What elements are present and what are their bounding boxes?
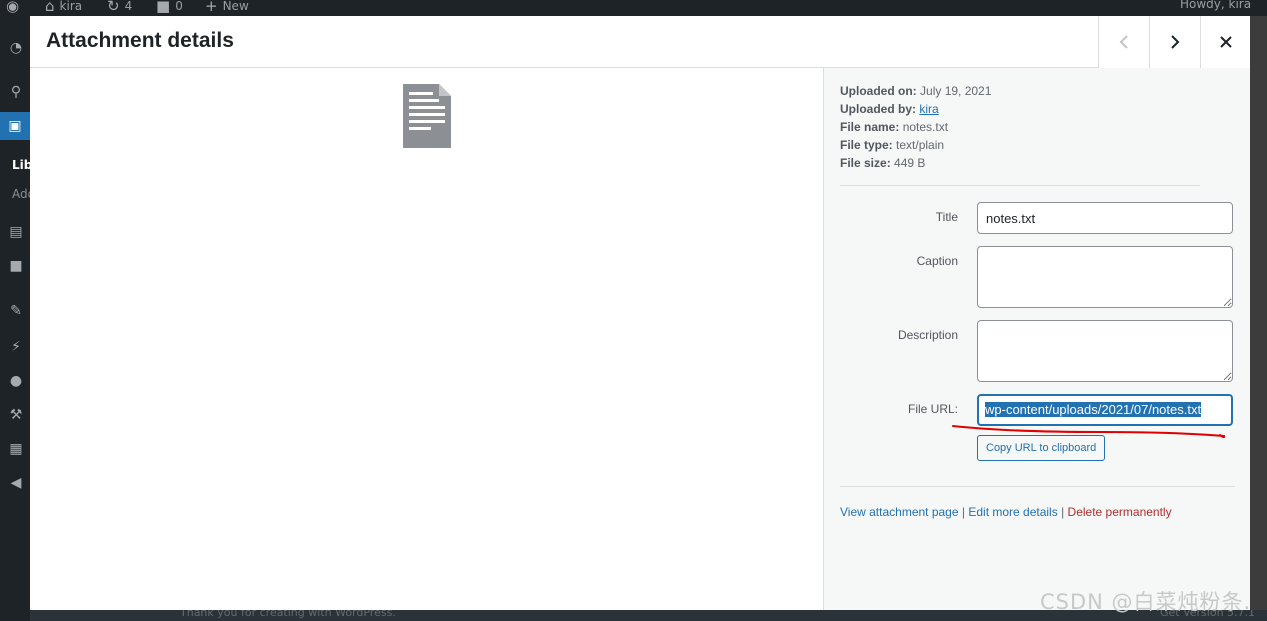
wordpress-logo-icon[interactable]: ◉ (6, 0, 19, 15)
file-type-value: text/plain (896, 138, 945, 152)
comment-icon: ■ (156, 0, 171, 15)
uploaded-by-link[interactable]: kira (919, 102, 938, 116)
collapse-menu-icon[interactable]: ◀ (8, 475, 24, 491)
file-size-value: 449 B (894, 156, 926, 170)
background-content-edge (1250, 16, 1267, 621)
action-separator: | (961, 505, 965, 519)
home-icon: ⌂ (45, 0, 55, 15)
file-url-label: File URL: (907, 402, 958, 416)
admin-bar-updates[interactable]: ↻ 4 (107, 0, 132, 15)
uploaded-by-row: Uploaded by: kira (840, 100, 1200, 118)
previous-button[interactable] (1098, 16, 1149, 68)
caption-label: Caption (916, 254, 958, 268)
uploaded-on-row: Uploaded on: July 19, 2021 (840, 82, 1200, 100)
view-attachment-link[interactable]: View attachment page (840, 505, 959, 519)
file-details: Uploaded on: July 19, 2021 Uploaded by: … (840, 82, 1200, 172)
attachment-details-modal: Attachment details Uploaded on: July 19,… (30, 16, 1250, 610)
comments-icon[interactable]: ■ (8, 258, 24, 274)
dashboard-icon[interactable]: ◔ (8, 40, 24, 56)
admin-bar-account[interactable]: Howdy, kira (1180, 0, 1251, 11)
settings-icon[interactable]: ▦ (8, 441, 24, 457)
close-icon (1219, 36, 1232, 48)
updates-count: 4 (124, 0, 133, 13)
title-label: Title (935, 210, 958, 224)
watermark: CSDN @白菜炖粉条. (1040, 590, 1252, 614)
admin-bar-site[interactable]: ⌂ kira (45, 0, 82, 15)
file-url-selected-text: wp-content/uploads/2021/07/notes.txt (985, 402, 1202, 417)
attachment-info-sidebar: Uploaded on: July 19, 2021 Uploaded by: … (823, 68, 1250, 610)
admin-bar: ◉ ⌂ kira ↻ 4 ■ 0 + New Howdy, kira (0, 0, 1267, 16)
edit-details-link[interactable]: Edit more details (968, 505, 1057, 519)
appearance-icon[interactable]: ✎ (8, 303, 24, 319)
modal-header: Attachment details (30, 16, 1250, 68)
media-icon[interactable]: ▣ (0, 112, 30, 140)
howdy-text: Howdy, kira (1180, 0, 1252, 11)
uploaded-on-label: Uploaded on: (840, 84, 917, 98)
file-type-label: File type: (840, 138, 893, 152)
chevron-left-icon (1119, 35, 1128, 49)
file-name-row: File name: notes.txt (840, 118, 1200, 136)
next-button[interactable] (1149, 16, 1200, 68)
users-icon[interactable]: ● (8, 373, 24, 389)
delete-permanently-link[interactable]: Delete permanently (1068, 505, 1172, 519)
tools-icon[interactable]: ⚒ (8, 407, 24, 423)
page-title: Attachment details (46, 29, 234, 52)
divider (840, 185, 1200, 186)
title-input[interactable] (977, 202, 1233, 234)
footer-thanks: Thank you for creating with WordPress. (180, 610, 396, 619)
admin-menu: ◔ ⚲ ▣ Lib Add ▤ ■ ✎ ⚡ ● ⚒ ▦ ◀ (0, 16, 35, 621)
description-label: Description (897, 328, 958, 342)
file-type-row: File type: text/plain (840, 136, 1200, 154)
admin-bar-comments[interactable]: ■ 0 (156, 0, 183, 15)
uploaded-on-value: July 19, 2021 (920, 84, 992, 98)
admin-bar-new[interactable]: + New (205, 0, 249, 15)
action-separator: | (1061, 505, 1065, 519)
file-name-label: File name: (840, 120, 900, 134)
updates-icon: ↻ (107, 0, 120, 15)
plugins-icon[interactable]: ⚡ (8, 339, 24, 355)
site-name: kira (59, 0, 83, 13)
copy-url-button[interactable]: Copy URL to clipboard (977, 435, 1106, 461)
posts-pin-icon[interactable]: ⚲ (8, 84, 24, 100)
new-label: New (222, 0, 249, 13)
uploaded-by-label: Uploaded by: (840, 102, 917, 116)
file-url-input[interactable]: wp-content/uploads/2021/07/notes.txt (977, 394, 1233, 426)
file-name-value: notes.txt (902, 120, 949, 134)
close-button[interactable] (1200, 16, 1250, 68)
file-size-label: File size: (840, 156, 891, 170)
plus-icon: + (205, 0, 218, 15)
attachment-actions: View attachment page | Edit more details… (840, 505, 1172, 519)
pages-icon[interactable]: ▤ (8, 224, 24, 240)
comments-count: 0 (175, 0, 183, 13)
caption-textarea[interactable] (977, 246, 1233, 308)
description-textarea[interactable] (977, 320, 1233, 382)
attachment-preview (30, 68, 823, 610)
chevron-right-icon (1171, 35, 1180, 49)
document-icon (403, 84, 451, 148)
divider (840, 486, 1235, 487)
file-size-row: File size: 449 B (840, 154, 1200, 172)
